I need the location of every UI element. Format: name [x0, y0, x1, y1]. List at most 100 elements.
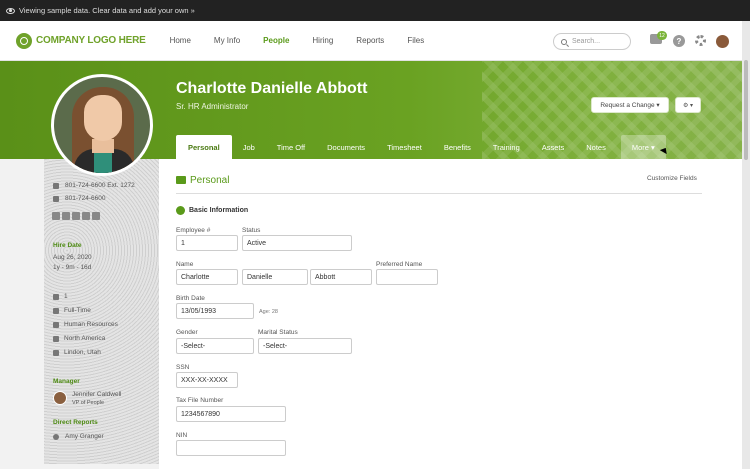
pinterest-icon[interactable] [92, 212, 100, 220]
nav-hiring[interactable]: Hiring [312, 36, 333, 45]
nav-people[interactable]: People [263, 36, 289, 45]
tab-documents[interactable]: Documents [316, 135, 376, 159]
manager-avatar[interactable] [53, 391, 67, 405]
employment-status: Full-Time [64, 307, 91, 314]
nav-my-info[interactable]: My Info [214, 36, 240, 45]
gender-select[interactable]: -Select- [176, 338, 254, 354]
section-title: Personal [190, 175, 230, 186]
direct-report-name[interactable]: Amy Granger [65, 433, 104, 440]
birth-date-field[interactable]: 13/05/1993 [176, 303, 254, 319]
location-pin-icon [53, 350, 59, 356]
employee-number: 1 [64, 293, 68, 300]
photo-face [84, 95, 122, 141]
clock-icon [53, 308, 59, 314]
manager-title: VP of People [72, 400, 105, 406]
department-icon [53, 322, 59, 328]
tab-personal[interactable]: Personal [176, 135, 232, 159]
name-label: Name [176, 261, 194, 268]
nav-home[interactable]: Home [170, 36, 191, 45]
tab-time-off[interactable]: Time Off [266, 135, 316, 159]
hire-date: Aug 26, 2020 [53, 254, 92, 261]
customize-fields-link[interactable]: Customize Fields [647, 175, 697, 182]
settings-gear-icon[interactable] [695, 35, 706, 46]
tab-training[interactable]: Training [482, 135, 531, 159]
first-name-field[interactable]: Charlotte [176, 269, 238, 285]
tab-more[interactable]: More ▾ [620, 135, 666, 159]
mobile-icon [53, 196, 59, 202]
request-change-button[interactable]: Request a Change ▾ [591, 97, 669, 113]
employee-title: Sr. HR Administrator [176, 102, 249, 111]
email-icon[interactable] [52, 212, 60, 220]
section-divider [176, 193, 702, 194]
logo-icon [16, 32, 32, 49]
search-input[interactable]: Search... [553, 33, 631, 50]
banner-text[interactable]: Viewing sample data. Clear data and add … [19, 6, 195, 15]
sample-data-banner[interactable]: Viewing sample data. Clear data and add … [0, 0, 750, 21]
hash-icon [53, 294, 59, 300]
basic-info-heading: Basic Information [176, 206, 248, 215]
tax-file-field[interactable]: 1234567890 [176, 406, 286, 422]
help-icon[interactable]: ? [673, 35, 685, 47]
photo-shirt [94, 151, 112, 173]
social-links [52, 212, 102, 220]
globe-icon [53, 336, 59, 342]
gender-label: Gender [176, 329, 198, 336]
search-icon [561, 38, 567, 45]
ssn-label: SSN [176, 364, 190, 371]
id-card-icon [176, 176, 186, 184]
location: Lindon, Utah [64, 349, 101, 356]
marital-status-select[interactable]: -Select- [258, 338, 352, 354]
tab-job[interactable]: Job [232, 135, 266, 159]
search-placeholder: Search... [572, 38, 601, 45]
person-icon [53, 434, 59, 440]
nin-label: NIN [176, 432, 188, 439]
manager-name[interactable]: Jennifer Caldwell [72, 391, 122, 398]
user-circle-icon [176, 206, 185, 215]
tab-timesheet[interactable]: Timesheet [376, 135, 433, 159]
inbox-count-badge: 12 [657, 31, 667, 40]
top-header: COMPANY LOGO HERE Home My Info People Hi… [0, 21, 742, 61]
manager-label: Manager [53, 378, 80, 385]
direct-reports-label: Direct Reports [53, 419, 98, 426]
nav-reports[interactable]: Reports [356, 36, 384, 45]
nin-field[interactable] [176, 440, 286, 456]
linkedin-icon[interactable] [62, 212, 70, 220]
work-phone[interactable]: 801-724-6600 Ext. 1272 [65, 182, 135, 189]
employee-name: Charlotte Danielle Abbott [176, 80, 368, 97]
hire-date-label: Hire Date [53, 242, 82, 249]
facebook-icon[interactable] [82, 212, 90, 220]
employee-id-field[interactable]: 1 [176, 235, 238, 251]
profile-tabs: Personal Job Time Off Documents Timeshee… [176, 135, 666, 159]
tab-assets[interactable]: Assets [531, 135, 576, 159]
tab-notes[interactable]: Notes [575, 135, 617, 159]
company-logo[interactable]: COMPANY LOGO HERE [16, 32, 146, 49]
user-avatar[interactable] [716, 35, 729, 48]
basic-info-label: Basic Information [189, 207, 249, 214]
scrollbar-thumb[interactable] [744, 60, 748, 160]
employee-id-label: Employee # [176, 227, 211, 234]
employee-photo[interactable] [51, 74, 153, 176]
preferred-name-label: Preferred Name [376, 261, 423, 268]
middle-name-field[interactable]: Danielle [242, 269, 308, 285]
eye-icon [6, 7, 15, 14]
ssn-field[interactable]: XXX-XX-XXXX [176, 372, 238, 388]
main-nav: Home My Info People Hiring Reports Files [170, 36, 448, 45]
last-name-field[interactable]: Abbott [310, 269, 372, 285]
department: Human Resources [64, 321, 118, 328]
logo-text: COMPANY LOGO HERE [36, 35, 146, 46]
mobile-phone[interactable]: 801-724-6600 [65, 195, 105, 202]
phone-icon [53, 183, 59, 189]
nav-files[interactable]: Files [407, 36, 424, 45]
age-hint: Age: 28 [259, 309, 278, 315]
tax-file-label: Tax File Number [176, 397, 224, 404]
status-field[interactable]: Active [242, 235, 352, 251]
photo-neck [92, 139, 114, 153]
preferred-name-field[interactable] [376, 269, 438, 285]
tab-benefits[interactable]: Benefits [433, 135, 482, 159]
division: North America [64, 335, 106, 342]
tenure: 1y - 9m - 16d [53, 264, 92, 271]
marital-status-label: Marital Status [258, 329, 298, 336]
twitter-icon[interactable] [72, 212, 80, 220]
birth-date-label: Birth Date [176, 295, 205, 302]
profile-settings-button[interactable]: ⚙ ▾ [675, 97, 701, 113]
